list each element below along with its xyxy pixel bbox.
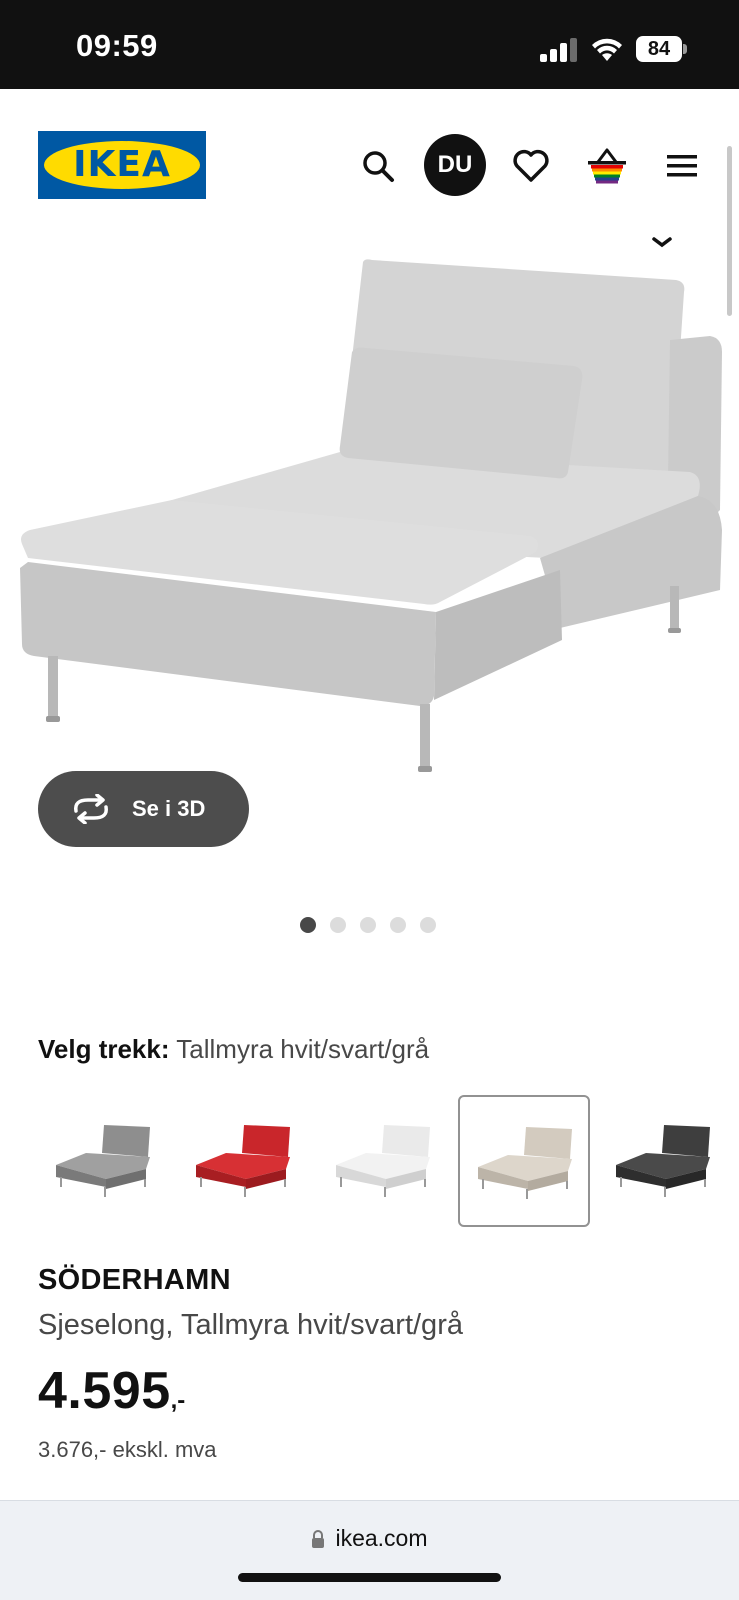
home-indicator[interactable] (238, 1573, 501, 1582)
swatch-white[interactable] (318, 1095, 450, 1227)
cart-icon (588, 148, 626, 184)
price-decimal: ,- (170, 1387, 186, 1414)
view-in-3d-button[interactable]: Se i 3D (38, 771, 249, 847)
price-integer: 4.595 (38, 1362, 171, 1420)
swatch-thumbnail (56, 1125, 150, 1197)
product-price: 4.595,- (38, 1361, 185, 1421)
ikea-logo[interactable]: IKEA (38, 131, 206, 199)
status-bar: 09:59 84 (0, 0, 739, 89)
cart-button[interactable] (584, 142, 630, 188)
gallery-dot-3[interactable] (360, 917, 376, 933)
gallery-dot-2[interactable] (330, 917, 346, 933)
menu-button[interactable] (660, 146, 704, 186)
lock-icon (312, 1529, 325, 1548)
gallery-dot-4[interactable] (390, 917, 406, 933)
status-time: 09:59 (76, 28, 158, 63)
user-button[interactable]: DU (424, 134, 486, 196)
swatch-thumbnail (478, 1127, 572, 1199)
search-button[interactable] (356, 144, 400, 188)
gallery-dot-1[interactable] (300, 917, 316, 933)
swatch-thumbnail (196, 1125, 290, 1197)
battery-icon: 84 (636, 36, 688, 62)
product-image[interactable] (0, 240, 739, 800)
url-display[interactable]: ikea.com (0, 1525, 739, 1552)
product-name: SÖDERHAMN (38, 1264, 231, 1296)
variant-label-title: Velg trekk: (38, 1034, 170, 1064)
battery-level: 84 (636, 36, 682, 62)
swatch-thumbnail (616, 1125, 710, 1197)
browser-address-bar[interactable]: ikea.com (0, 1500, 739, 1600)
swatch-beige[interactable] (458, 1095, 590, 1227)
logo-text: IKEA (73, 144, 171, 185)
price-excl-vat: 3.676,- ekskl. mva (38, 1437, 217, 1462)
wifi-icon (592, 38, 622, 61)
gallery-dot-5[interactable] (420, 917, 436, 933)
variant-label: Velg trekk: Tallmyra hvit/svart/grå (38, 1034, 429, 1065)
search-icon (363, 151, 394, 182)
rotate-3d-icon (74, 794, 108, 824)
swatch-grey[interactable] (38, 1095, 170, 1227)
swatch-thumbnail (336, 1125, 430, 1197)
cellular-signal-icon (540, 38, 577, 62)
favourites-button[interactable] (508, 144, 554, 188)
heart-icon (513, 149, 549, 182)
user-initials: DU (437, 151, 473, 178)
swatch-red[interactable] (178, 1095, 310, 1227)
swatch-dark-grey[interactable] (598, 1095, 730, 1227)
variant-selected-value: Tallmyra hvit/svart/grå (176, 1034, 430, 1064)
menu-icon (667, 155, 697, 177)
url-text: ikea.com (335, 1525, 428, 1551)
view-in-3d-label: Se i 3D (132, 796, 206, 821)
variant-swatches (38, 1095, 739, 1227)
gallery-pagination (300, 917, 436, 933)
product-description: Sjeselong, Tallmyra hvit/svart/grå (38, 1309, 463, 1341)
